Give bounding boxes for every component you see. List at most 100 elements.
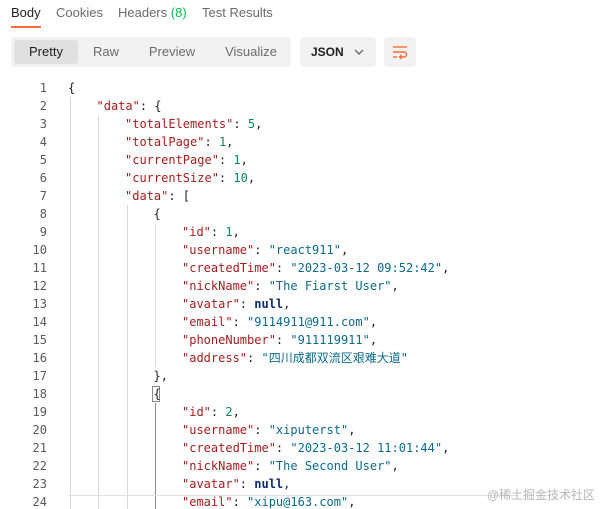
code-token: "data" [125,189,169,203]
line-number: 24 [32,495,47,509]
code-text: "address": "四川成都双流区艰难大道" [182,349,408,367]
code-text: "createdTime": "2023-03-12 09:52:42", [182,259,449,277]
code-token: null [254,297,284,311]
code-token: , [369,333,378,347]
code-token: : [232,315,248,329]
code-text: "createdTime": "2023-03-12 11:01:44", [182,439,449,457]
code-line: 18 { [0,385,601,403]
code-line: 14 "email": "9114911@911.com", [0,313,601,331]
code-line: 22 "nickName": "The Second User", [0,457,601,475]
code-token: : [275,333,291,347]
code-token: : [239,477,255,491]
line-number: 13 [32,297,47,311]
code-token: "id" [182,405,211,419]
code-token: , [442,441,450,455]
code-token: , [232,405,240,419]
code-line: 19 "id": 2, [0,403,601,421]
code-token: }, [153,369,168,383]
code-token: "nickName" [182,279,255,293]
headers-count-badge: (8) [170,5,187,20]
code-token: "xiputerst" [268,423,349,437]
code-line: 13 "avatar": null, [0,295,601,313]
watermark: @稀土掘金技术社区 [486,488,595,502]
code-token: : [210,225,226,239]
code-text: "nickName": "The Second User", [182,457,399,475]
code-token: : [254,423,269,437]
code-line: 21 "createdTime": "2023-03-12 11:01:44", [0,439,601,457]
line-number: 23 [32,477,47,491]
code-token: "totalPage" [125,135,205,149]
code-token: 2 [225,405,233,419]
code-token: : [233,117,248,131]
line-number: 14 [32,315,47,329]
code-token: , [391,279,399,293]
code-token: : [275,261,291,275]
pretty-button[interactable]: Pretty [14,40,78,64]
view-mode-switcher: Pretty Raw Preview Visualize [11,37,291,67]
code-text: { [154,385,161,403]
code-token: null [254,477,284,491]
raw-button[interactable]: Raw [82,40,130,64]
tab-body[interactable]: Body [11,5,41,20]
code-line: 8{ [0,205,601,223]
code-token: : [254,279,269,293]
line-number: 5 [39,153,47,167]
code-text: "data": { [97,97,162,115]
code-text: "email": "9114911@911.com", [182,313,377,331]
code-text: "id": 2, [182,403,240,421]
preview-button[interactable]: Preview [137,40,207,64]
code-token: "createdTime" [182,441,276,455]
code-line: 5 "currentPage": 1, [0,151,601,169]
code-token: { [68,81,76,95]
code-token: : [204,135,219,149]
code-token: "avatar" [182,297,240,311]
code-line: 4 "totalPage": 1, [0,133,601,151]
response-tabs: Body Cookies Headers (8) Test Results [0,0,601,28]
code-token: "username" [182,423,255,437]
line-number: 2 [39,99,47,113]
visualize-button[interactable]: Visualize [214,40,288,64]
code-token: "email" [182,315,233,329]
code-token: "currentPage" [125,153,219,167]
code-text: "data": [ [125,187,190,205]
line-number: 8 [39,207,47,221]
code-token: "nickName" [182,459,255,473]
code-token: : { [139,99,162,113]
chevron-down-icon [354,49,364,55]
code-token: "2023-03-12 09:52:42" [290,261,443,275]
code-line: 7 "data": [ [0,187,601,205]
active-tab-indicator [11,26,41,28]
code-token: "phoneNumber" [182,333,276,347]
code-text: "avatar": null, [182,295,290,313]
tab-headers[interactable]: Headers (8) [118,5,187,20]
code-text: "currentSize": 10, [125,169,255,187]
code-line: 15 "phoneNumber": "911119911", [0,331,601,349]
code-token: "totalElements" [125,117,234,131]
line-number: 11 [32,261,47,275]
line-number: 16 [32,351,47,365]
tab-cookies[interactable]: Cookies [56,5,103,20]
language-select[interactable]: JSON [300,37,376,67]
code-token: "react911" [268,243,341,257]
code-line: 12 "nickName": "The Fiarst User", [0,277,601,295]
line-number: 3 [39,117,47,131]
line-number: 4 [39,135,47,149]
line-number: 19 [32,405,47,419]
format-toolbar: Pretty Raw Preview Visualize JSON [0,37,601,69]
line-number: 15 [32,333,47,347]
code-token: , [348,495,356,509]
code-token: , [442,261,450,275]
code-text: "avatar": null, [182,475,290,493]
code-token: 1 [233,153,241,167]
code-token: : [232,495,248,509]
language-select-value: JSON [311,45,344,59]
code-text: "currentPage": 1, [125,151,248,169]
response-body-viewer[interactable]: 1{2 "data": {3 "totalElements": 5, 4 "totalP… [0,79,601,509]
line-number: 7 [39,189,47,203]
tab-test-results[interactable]: Test Results [202,5,273,20]
code-text: "phoneNumber": "911119911", [182,331,377,349]
code-line: 17}, [0,367,601,385]
code-text: "nickName": "The Fiarst User", [182,277,399,295]
wrap-lines-button[interactable] [384,37,416,67]
code-text: { [154,205,161,223]
